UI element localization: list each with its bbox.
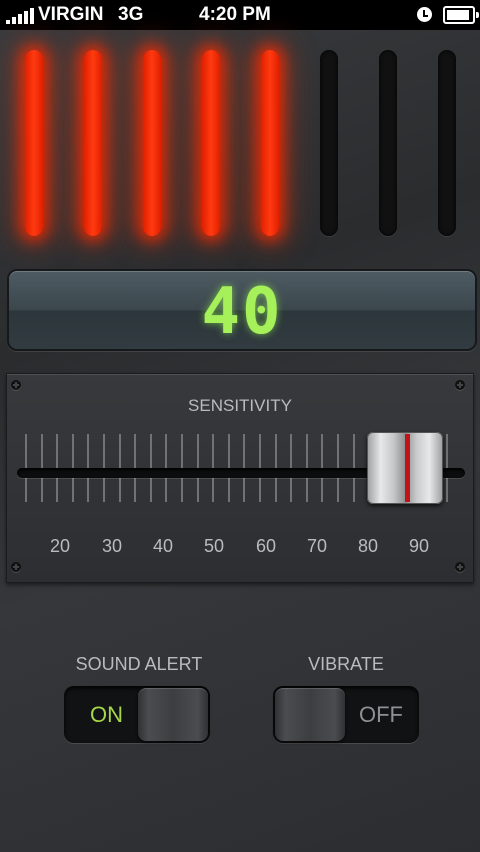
- sensitivity-panel: SENSITIVITY 20 30 40 50 60 70 80 90: [6, 373, 474, 583]
- level-readout: 40: [201, 275, 283, 349]
- meter-bar-5: [261, 50, 279, 236]
- screw-icon: [11, 380, 21, 390]
- sound-alert-knob[interactable]: [138, 688, 208, 741]
- vibrate-toggle[interactable]: OFF: [273, 686, 419, 743]
- scale-label: 70: [306, 536, 328, 556]
- meter-bar-3: [143, 50, 161, 236]
- screw-icon: [455, 562, 465, 572]
- screw-icon: [11, 562, 21, 572]
- sensitivity-title: SENSITIVITY: [188, 396, 292, 415]
- scale-label: 30: [101, 536, 123, 556]
- level-meter: [0, 40, 480, 250]
- vibrate-state: OFF: [359, 702, 403, 727]
- sensitivity-slider-thumb[interactable]: [366, 432, 443, 504]
- network-type: 3G: [118, 4, 144, 25]
- status-bar: VIRGIN 3G 4:20 PM: [0, 0, 480, 30]
- digital-display: 40: [7, 269, 477, 351]
- sound-alert-toggle[interactable]: ON: [64, 686, 210, 743]
- meter-bar-7: [379, 50, 397, 236]
- screw-icon: [455, 380, 465, 390]
- carrier-name: VIRGIN: [38, 4, 104, 25]
- meter-bar-2: [84, 50, 102, 236]
- meter-bar-1: [25, 50, 43, 236]
- vibrate-knob[interactable]: [275, 688, 345, 741]
- status-time: 4:20 PM: [199, 4, 271, 25]
- scale-label: 90: [408, 536, 430, 556]
- scale-label: 50: [203, 536, 225, 556]
- battery-full-icon: [443, 6, 479, 24]
- meter-bar-6: [320, 50, 338, 236]
- sound-alert-label: SOUND ALERT: [75, 654, 203, 674]
- meter-bar-8: [438, 50, 456, 236]
- scale-label: 60: [255, 536, 277, 556]
- scale-label: 80: [357, 536, 379, 556]
- vibrate-label: VIBRATE: [308, 654, 384, 674]
- signal-strength-icon: [6, 8, 36, 24]
- alarm-clock-icon: [417, 7, 432, 22]
- scale-label: 40: [152, 536, 174, 556]
- sound-alert-state: ON: [90, 702, 123, 727]
- scale-label: 20: [49, 536, 71, 556]
- meter-bar-4: [202, 50, 220, 236]
